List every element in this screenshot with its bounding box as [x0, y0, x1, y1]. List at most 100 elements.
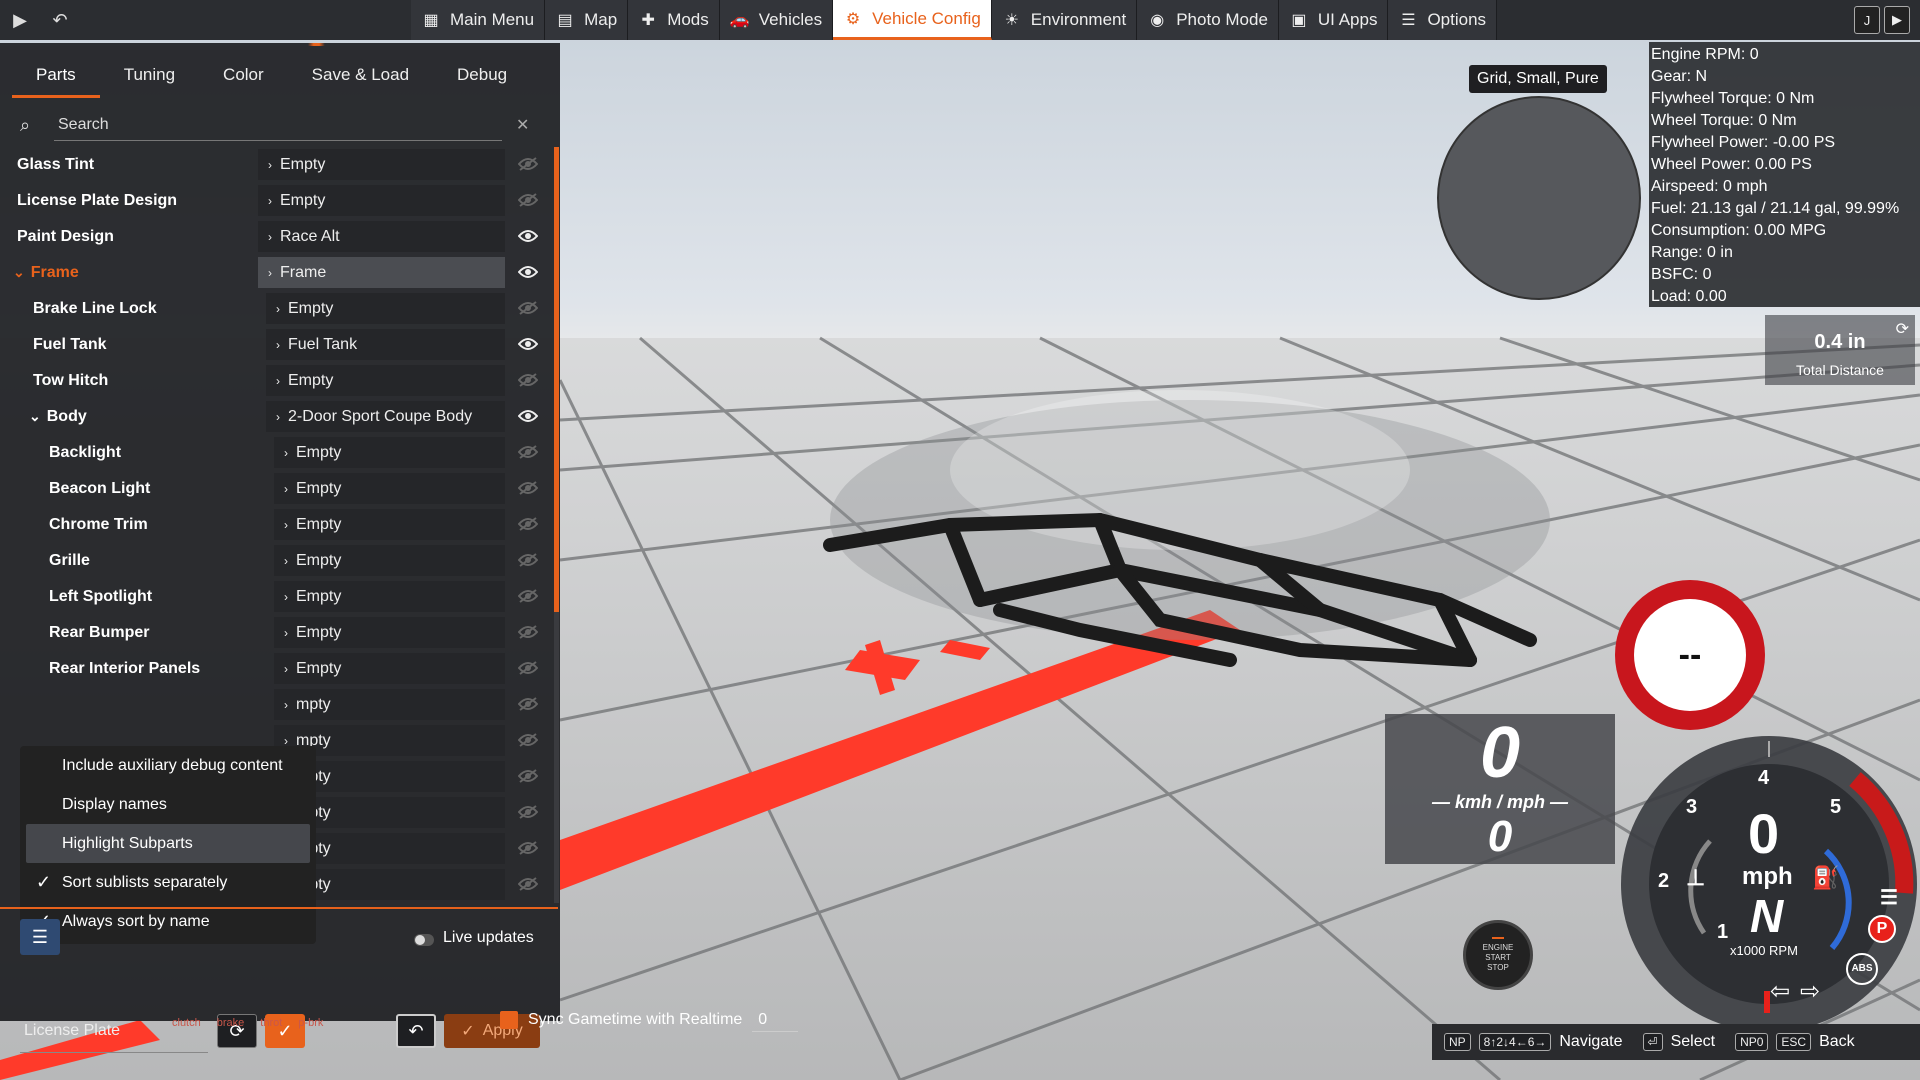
part-row[interactable]: Grille › Empty [0, 543, 552, 579]
live-updates-toggle[interactable] [414, 934, 434, 946]
eye-icon[interactable] [517, 625, 539, 639]
eye-icon[interactable] [517, 409, 539, 423]
menu-item-ui-apps[interactable]: ▣ UI Apps [1278, 0, 1389, 40]
part-row[interactable]: Rear Bumper › Empty [0, 615, 552, 651]
eye-icon[interactable] [517, 769, 539, 783]
engine-start-stop-button[interactable]: ENGINE START STOP [1463, 920, 1533, 990]
sync-value-field[interactable]: 0 [752, 1008, 799, 1032]
part-selector[interactable]: › Fuel Tank [266, 329, 505, 360]
menu-item-vehicle-config[interactable]: ⚙ Vehicle Config [833, 0, 992, 40]
play-icon[interactable]: ▶ [0, 0, 40, 40]
part-row[interactable]: License Plate Design › Empty [0, 183, 552, 219]
preset-name-field[interactable]: License Plate [20, 1009, 208, 1053]
menu-item-photo-mode[interactable]: ◉ Photo Mode [1137, 0, 1279, 40]
chevron-down-icon[interactable]: ⌄ [13, 264, 25, 280]
eye-icon[interactable] [517, 193, 539, 207]
key-hint-label[interactable]: Navigate [1559, 1033, 1622, 1051]
eye-icon[interactable] [517, 589, 539, 603]
eye-icon[interactable] [517, 157, 539, 171]
part-row[interactable]: Backlight › Empty [0, 435, 552, 471]
reset-distance-icon[interactable]: ⟳ [1896, 319, 1909, 339]
eye-icon[interactable] [517, 697, 539, 711]
part-row[interactable]: Tow Hitch › Empty [0, 363, 552, 399]
context-menu-label: Include auxiliary debug content [62, 756, 283, 774]
minimap[interactable] [1437, 96, 1641, 300]
list-options-icon: ☰ [31, 926, 49, 947]
part-row[interactable]: Glass Tint › Empty [0, 147, 552, 183]
undo-changes-button[interactable]: ↶ [396, 1014, 436, 1048]
undo-icon[interactable]: ↶ [40, 0, 80, 40]
scrollbar-thumb[interactable] [554, 147, 559, 612]
eye-icon[interactable] [517, 481, 539, 495]
eye-icon[interactable] [517, 733, 539, 747]
sync-gametime-control: Sync Gametime with Realtime 0 [500, 1006, 799, 1034]
context-menu-item[interactable]: Highlight Subparts [26, 824, 310, 863]
eye-icon[interactable] [517, 841, 539, 855]
eye-icon[interactable] [517, 445, 539, 459]
context-menu-item[interactable]: Include auxiliary debug content [20, 746, 316, 785]
part-row[interactable]: Beacon Light › Empty [0, 471, 552, 507]
part-selector[interactable]: › Race Alt [258, 221, 505, 252]
part-selector[interactable]: › Empty [274, 545, 505, 576]
play-icon[interactable]: ▶ [1884, 6, 1910, 34]
menu-item-map[interactable]: ▤ Map [545, 0, 629, 40]
part-selector[interactable]: › 2-Door Sport Coupe Body [266, 401, 505, 432]
part-row[interactable]: Rear Interior Panels › Empty [0, 651, 552, 687]
context-menu-item[interactable]: Display names [20, 785, 316, 824]
eye-icon[interactable] [517, 373, 539, 387]
part-selector[interactable]: › Empty [274, 653, 505, 684]
list-options-button[interactable]: ☰ [20, 919, 60, 955]
part-selector[interactable]: › Empty [274, 617, 505, 648]
sync-checkbox[interactable] [500, 1011, 518, 1029]
part-row[interactable]: ⌄ Body › 2-Door Sport Coupe Body [0, 399, 552, 435]
part-row[interactable]: ⌄ Frame › Frame [0, 255, 552, 291]
eye-icon[interactable] [517, 553, 539, 567]
part-selector[interactable]: › Empty [274, 437, 505, 468]
eye-icon[interactable] [517, 265, 539, 279]
part-selector[interactable]: › Frame [258, 257, 505, 288]
tab-color[interactable]: Color [199, 59, 288, 98]
menu-item-main-menu[interactable]: ▦ Main Menu [411, 0, 546, 40]
part-selector[interactable]: › mpty [274, 689, 505, 720]
menu-item-options[interactable]: ☰ Options [1388, 0, 1498, 40]
context-menu-item[interactable]: ✓ Sort sublists separately [20, 863, 316, 902]
chevron-right-icon: › [268, 193, 272, 208]
tab-debug[interactable]: Debug [433, 59, 531, 98]
part-selector[interactable]: › Empty [266, 365, 505, 396]
part-row[interactable]: Fuel Tank › Fuel Tank [0, 327, 552, 363]
eye-icon[interactable] [517, 877, 539, 891]
chevron-down-icon[interactable]: ⌄ [29, 408, 41, 424]
part-selector[interactable]: › Empty [274, 581, 505, 612]
console-key-button[interactable]: J [1854, 6, 1880, 34]
part-selector[interactable]: › Empty [274, 473, 505, 504]
part-selector[interactable]: › Empty [266, 293, 505, 324]
search-input[interactable] [54, 109, 502, 141]
total-distance-widget: 0.4 in Total Distance ⟳ [1765, 315, 1915, 385]
menu-item-label: Photo Mode [1176, 10, 1268, 29]
part-selector[interactable]: › Empty [274, 509, 505, 540]
part-selector[interactable]: › Empty [258, 149, 505, 180]
eye-icon[interactable] [517, 661, 539, 675]
part-row[interactable]: Left Spotlight › Empty [0, 579, 552, 615]
part-slot-name: Beacon Light [0, 480, 150, 498]
part-row[interactable]: Paint Design › Race Alt [0, 219, 552, 255]
eye-icon[interactable] [517, 337, 539, 351]
tab-save-load[interactable]: Save & Load [288, 59, 433, 98]
menu-item-mods[interactable]: ✚ Mods [628, 0, 720, 40]
menu-item-vehicles[interactable]: 🚗 Vehicles [719, 0, 834, 40]
part-slot-label: Rear Interior Panels [49, 660, 201, 677]
eye-icon[interactable] [517, 805, 539, 819]
part-row[interactable]: Chrome Trim › Empty [0, 507, 552, 543]
tab-parts[interactable]: Parts [12, 59, 100, 98]
menu-item-environment[interactable]: ☀ Environment [991, 0, 1138, 40]
clear-search-icon[interactable]: ✕ [516, 115, 529, 135]
eye-icon[interactable] [517, 517, 539, 531]
part-row[interactable]: › mpty [0, 687, 552, 723]
tab-tuning[interactable]: Tuning [100, 59, 199, 98]
eye-icon[interactable] [517, 301, 539, 315]
eye-icon[interactable] [517, 229, 539, 243]
key-hint-label[interactable]: Select [1671, 1033, 1715, 1051]
part-selector[interactable]: › Empty [258, 185, 505, 216]
part-row[interactable]: Brake Line Lock › Empty [0, 291, 552, 327]
key-hint-label[interactable]: Back [1819, 1033, 1855, 1051]
